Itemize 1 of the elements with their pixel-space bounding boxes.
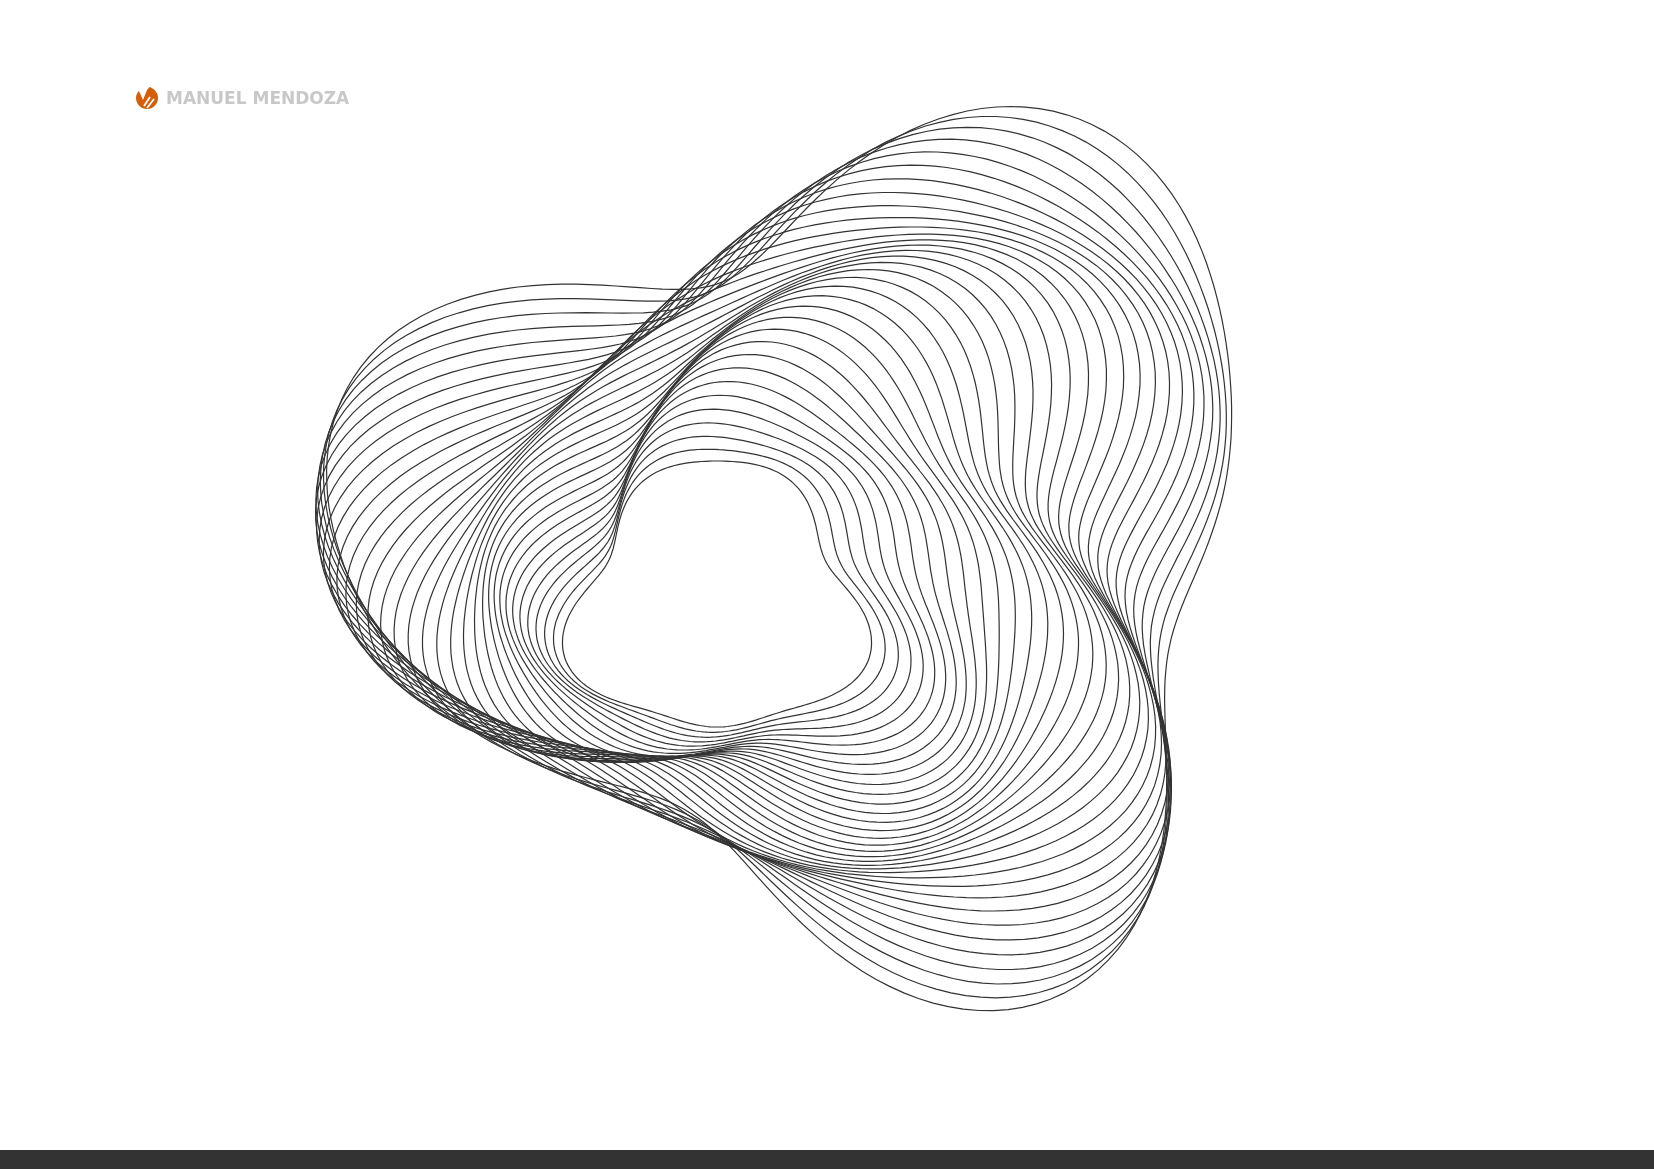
logo-icon: [135, 86, 159, 110]
